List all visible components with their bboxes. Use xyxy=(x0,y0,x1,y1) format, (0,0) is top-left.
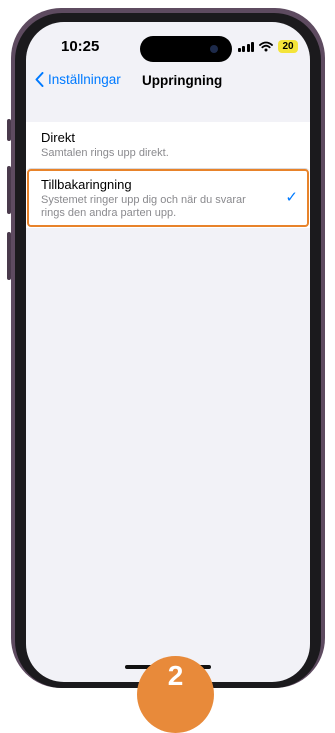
dynamic-island xyxy=(140,36,232,62)
status-time: 10:25 xyxy=(61,38,100,55)
option-title: Direkt xyxy=(41,130,75,145)
back-button[interactable]: Inställningar xyxy=(35,72,121,87)
option-subtitle: Samtalen rings upp direkt. xyxy=(41,147,169,159)
page-title: Uppringning xyxy=(142,73,223,88)
dial-mode-list: Direkt Samtalen rings upp direkt. Tillba… xyxy=(26,122,310,228)
phone-screen: 10:25 20 Inställningar Uppringning Direk… xyxy=(26,22,310,682)
camera-icon xyxy=(210,45,218,53)
option-title: Tillbakaringning xyxy=(41,177,132,192)
chevron-left-icon xyxy=(35,72,44,87)
cellular-signal-icon xyxy=(237,41,254,52)
status-icons: 20 xyxy=(237,40,298,53)
step-number: 2 xyxy=(167,660,184,691)
option-direkt[interactable]: Direkt Samtalen rings upp direkt. xyxy=(26,122,310,168)
checkmark-icon: ✓ xyxy=(285,189,298,206)
wifi-icon xyxy=(259,41,273,52)
option-subtitle: Systemet ringer upp dig och när du svara… xyxy=(41,194,246,219)
battery-icon: 20 xyxy=(278,40,298,53)
step-marker: 2 xyxy=(137,656,214,733)
back-label: Inställningar xyxy=(48,72,121,87)
navigation-bar: Inställningar Uppringning xyxy=(26,72,310,96)
option-tillbakaringning[interactable]: Tillbakaringning Systemet ringer upp dig… xyxy=(26,168,310,228)
